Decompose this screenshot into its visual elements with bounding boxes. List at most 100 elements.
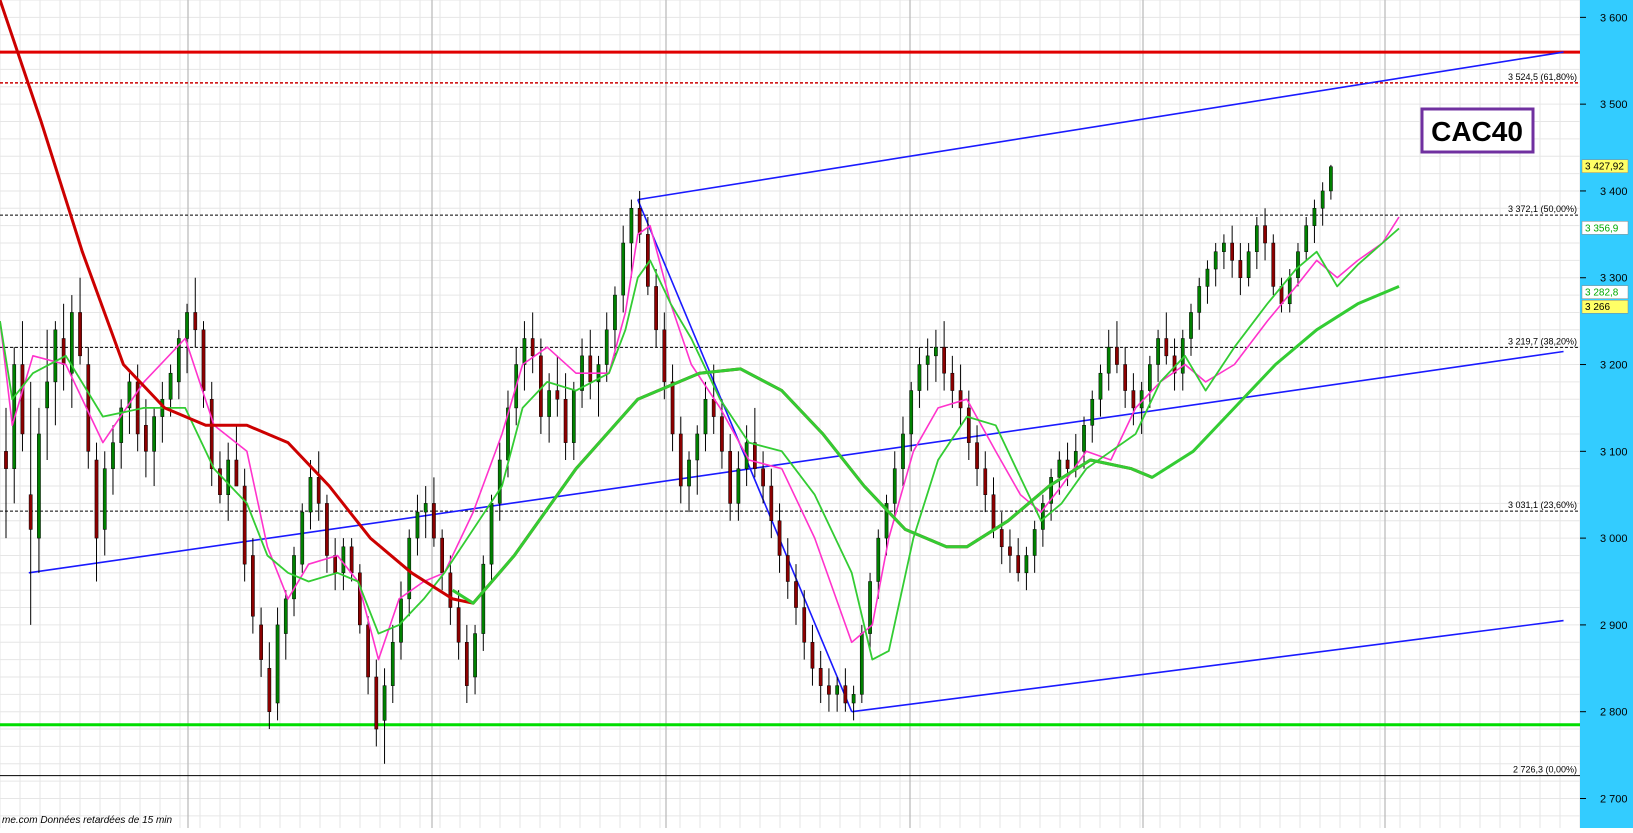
candle-up: [703, 398, 708, 435]
candlestick-chart: 3 524,5 (61,80%) 3 372,1 (50,00%) 3 219,7 …: [0, 0, 1633, 828]
candle-up: [102, 468, 107, 530]
candle-down: [358, 572, 362, 626]
candle-down: [818, 668, 823, 686]
candle-down: [448, 572, 453, 608]
fibonacci-label: 3 031,1 (23,60%): [1508, 500, 1577, 510]
chart-container: 3 524,5 (61,80%) 3 372,1 (50,00%) 3 219,7 …: [0, 0, 1633, 828]
chart-title: CAC40: [1431, 116, 1523, 147]
y-tick-label: 3 500: [1600, 99, 1628, 111]
candle-down: [1008, 546, 1012, 556]
candle-down: [966, 407, 971, 443]
candle-up: [621, 242, 626, 296]
candle-up: [1106, 346, 1111, 374]
candle-down: [20, 364, 25, 435]
candle-up: [835, 685, 839, 695]
candle-down: [201, 329, 206, 391]
candle-down: [1016, 555, 1021, 574]
candle-down: [1065, 459, 1070, 469]
candle-up: [45, 381, 49, 409]
candle-down: [1115, 346, 1119, 365]
candle-up: [909, 390, 914, 435]
candle-down: [991, 494, 996, 530]
candle-down: [1131, 390, 1136, 409]
fibonacci-label: 2 726,3 (0,00%): [1513, 765, 1577, 775]
candle-down: [810, 642, 815, 669]
y-tick-label: 3 300: [1600, 273, 1628, 285]
candle-up: [1205, 268, 1210, 287]
candle-up: [1312, 208, 1317, 226]
candle-up: [292, 555, 296, 600]
candle-down: [4, 451, 8, 469]
candle-down: [975, 442, 979, 469]
candle-up: [892, 468, 897, 504]
candle-up: [489, 503, 494, 565]
candle-up: [1189, 312, 1193, 339]
candle-down: [802, 607, 807, 643]
candle-up: [382, 685, 387, 721]
candle-up: [629, 208, 634, 244]
candle-up: [1098, 372, 1103, 400]
fibonacci-label: 3 372,1 (50,00%): [1508, 204, 1577, 214]
candle-up: [917, 364, 922, 391]
price-badge-label: 3 356,9: [1585, 223, 1619, 234]
candle-up: [925, 355, 930, 365]
candle-down: [1263, 225, 1267, 244]
candle-down: [349, 546, 354, 574]
candle-up: [1156, 338, 1160, 365]
candle-down: [234, 459, 239, 487]
candle-up: [415, 511, 420, 539]
candle-down: [251, 555, 255, 617]
candle-up: [1024, 555, 1029, 574]
candle-up: [497, 459, 502, 504]
candle-down: [1164, 338, 1169, 357]
candle-up: [300, 511, 305, 565]
candle-down: [78, 312, 82, 357]
candle-down: [325, 503, 329, 556]
candle-down: [94, 459, 99, 539]
candle-down: [999, 529, 1004, 548]
candle-down: [366, 624, 370, 678]
price-axis: [1580, 0, 1633, 828]
candle-down: [769, 485, 774, 522]
candle-down: [942, 346, 946, 374]
ma-slow-red-line: [0, 0, 1153, 605]
candle-down: [678, 433, 683, 487]
candle-down: [555, 390, 560, 400]
fibonacci-labels: 3 524,5 (61,80%) 3 372,1 (50,00%) 3 219,7 …: [1508, 72, 1577, 775]
candle-down: [440, 537, 444, 574]
footer-note: me.com Données retardées de 15 min: [2, 815, 173, 826]
candle-down: [193, 312, 198, 331]
candle-up: [1246, 251, 1251, 278]
candle-up: [736, 468, 741, 504]
candle-up: [1254, 225, 1259, 252]
candle-up: [341, 546, 346, 574]
candle-down: [728, 451, 733, 504]
candle-down: [646, 234, 650, 287]
y-tick-label: 3 200: [1600, 360, 1628, 372]
candle-down: [720, 416, 724, 452]
candle-up: [152, 416, 156, 452]
candle-up: [934, 346, 938, 357]
candle-up: [859, 633, 864, 695]
candle-down: [777, 520, 782, 556]
candle-up: [1082, 425, 1086, 452]
candle-down: [983, 468, 988, 495]
candle-down: [794, 581, 798, 608]
price-badge-label: 3 282,8: [1585, 288, 1619, 299]
candle-up: [1197, 286, 1202, 313]
candle-up: [1057, 459, 1062, 478]
candle-up: [1032, 529, 1037, 556]
y-tick-label: 2 800: [1600, 707, 1628, 719]
candle-down: [670, 381, 675, 435]
candle-up: [390, 642, 395, 686]
candle-down: [662, 329, 667, 383]
candle-down: [374, 676, 379, 730]
candle-up: [1287, 277, 1292, 305]
y-tick-label: 3 400: [1600, 186, 1628, 198]
candle-up: [481, 563, 486, 634]
candle-up: [308, 477, 313, 513]
y-tick-label: 3 100: [1600, 446, 1628, 458]
candle-up: [473, 633, 477, 678]
vertical-separators: [187, 0, 1386, 828]
candle-up: [571, 390, 576, 443]
